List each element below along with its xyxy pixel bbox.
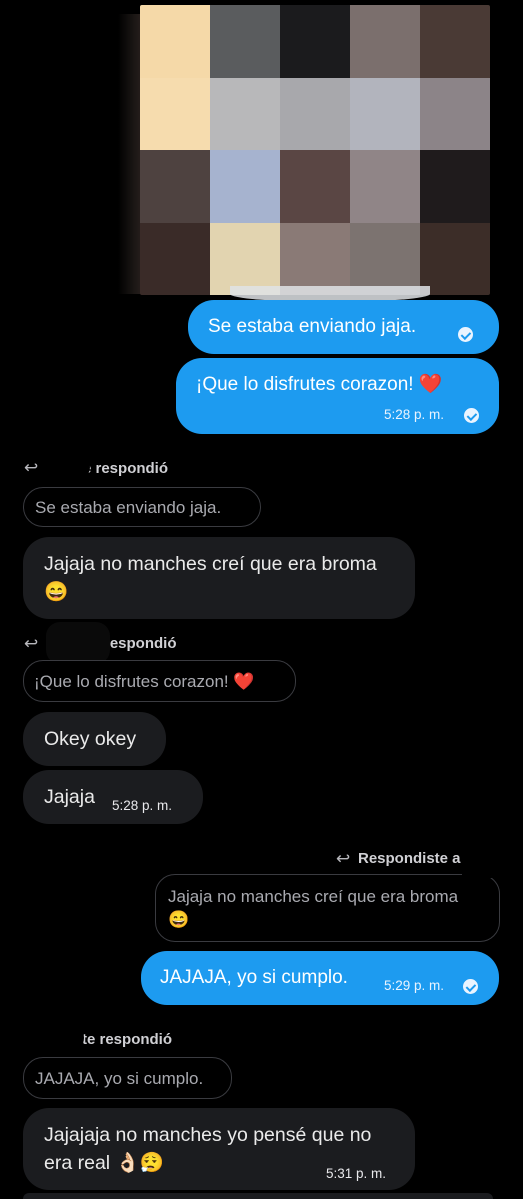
mosaic-tile xyxy=(140,150,210,223)
mosaic-tile xyxy=(140,5,210,78)
mosaic-tile xyxy=(350,5,420,78)
redacted-name xyxy=(46,454,90,480)
message-time: 5:28 p. m. xyxy=(112,798,173,813)
incoming-message[interactable]: Jajajaja no manches yo pensé que no era … xyxy=(23,1108,415,1190)
check-circle-icon xyxy=(458,327,473,342)
message-time: 5:31 p. m. xyxy=(326,1166,387,1181)
quoted-text: ¡Que lo disfrutes corazon! ❤️ xyxy=(34,672,255,691)
quoted-message[interactable]: Jajaja no manches creí que era broma 😄 xyxy=(155,874,500,942)
message-text: ¡Que lo disfrutes corazon! ❤️ xyxy=(196,374,443,395)
reply-label: Respondiste a xyxy=(358,850,461,867)
mosaic-tile xyxy=(280,5,350,78)
message-text: Jajaja no manches creí que era broma 😄 xyxy=(44,553,377,603)
mosaic-tile xyxy=(350,150,420,223)
message-text: Okey okey xyxy=(44,728,137,750)
quoted-text: Jajaja no manches creí que era broma 😄 xyxy=(168,887,459,929)
mosaic-tile xyxy=(420,222,490,295)
message-text: Se estaba enviando jaja. xyxy=(208,316,417,337)
message-text: JAJAJA, yo si cumplo. xyxy=(160,967,348,988)
grin-emoji: 😄 xyxy=(168,910,190,929)
quoted-message[interactable]: Se estaba enviando jaja. xyxy=(23,487,261,527)
reply-label: te respondió xyxy=(82,1031,173,1048)
mosaic-tile xyxy=(210,222,280,295)
mosaic-tile xyxy=(210,5,280,78)
pixelated-image[interactable] xyxy=(140,5,490,295)
next-message-edge xyxy=(23,1193,493,1199)
mosaic-tile xyxy=(420,77,490,150)
incoming-message[interactable]: Jajaja 5:28 p. m. xyxy=(23,770,203,824)
reply-icon: ↩ xyxy=(24,634,39,653)
redacted-name xyxy=(46,622,110,664)
mosaic-tile xyxy=(420,150,490,223)
reply-label: te respondió xyxy=(78,460,169,477)
quoted-message[interactable]: ¡Que lo disfrutes corazon! ❤️ xyxy=(23,660,296,702)
heart-emoji: ❤️ xyxy=(233,672,255,691)
quoted-text: Se estaba enviando jaja. xyxy=(35,498,222,517)
message-time: 5:28 p. m. xyxy=(384,407,445,422)
check-circle-icon xyxy=(463,979,478,994)
mosaic-tile xyxy=(210,77,280,150)
outgoing-message[interactable]: JAJAJA, yo si cumplo. 5:29 p. m. xyxy=(141,951,499,1005)
mosaic-tile xyxy=(350,222,420,295)
reply-icon: ↩ xyxy=(336,849,351,868)
ok-sigh-emoji: 👌🏻😮‍💨 xyxy=(115,1152,165,1174)
reply-label: respondió xyxy=(104,635,177,652)
mosaic-tile xyxy=(280,150,350,223)
mosaic-tile xyxy=(140,77,210,150)
quoted-text: JAJAJA, yo si cumplo. xyxy=(35,1069,204,1088)
mosaic-tile xyxy=(420,5,490,78)
message-text: Jajaja xyxy=(44,786,95,808)
mosaic-tile xyxy=(140,222,210,295)
quoted-message[interactable]: JAJAJA, yo si cumplo. xyxy=(23,1057,232,1099)
message-text: Jajajaja no manches yo pensé que no era … xyxy=(44,1124,372,1174)
check-circle-icon xyxy=(464,408,479,423)
outgoing-message[interactable]: ¡Que lo disfrutes corazon! ❤️ 5:28 p. m. xyxy=(176,358,499,434)
mosaic-tile xyxy=(280,77,350,150)
quote-corner-mask xyxy=(462,866,502,878)
mosaic-tile xyxy=(280,222,350,295)
incoming-message[interactable]: Jajaja no manches creí que era broma 😄 xyxy=(23,537,415,619)
mosaic-tile xyxy=(350,77,420,150)
heart-emoji: ❤️ xyxy=(418,374,443,395)
redacted-name xyxy=(20,1024,84,1052)
mosaic-tile xyxy=(210,150,280,223)
message-time: 5:29 p. m. xyxy=(384,978,445,993)
grin-emoji: 😄 xyxy=(44,581,69,603)
incoming-message[interactable]: Okey okey xyxy=(23,712,166,766)
reply-icon: ↩ xyxy=(24,458,39,477)
outgoing-message[interactable]: Se estaba enviando jaja. xyxy=(188,300,499,354)
